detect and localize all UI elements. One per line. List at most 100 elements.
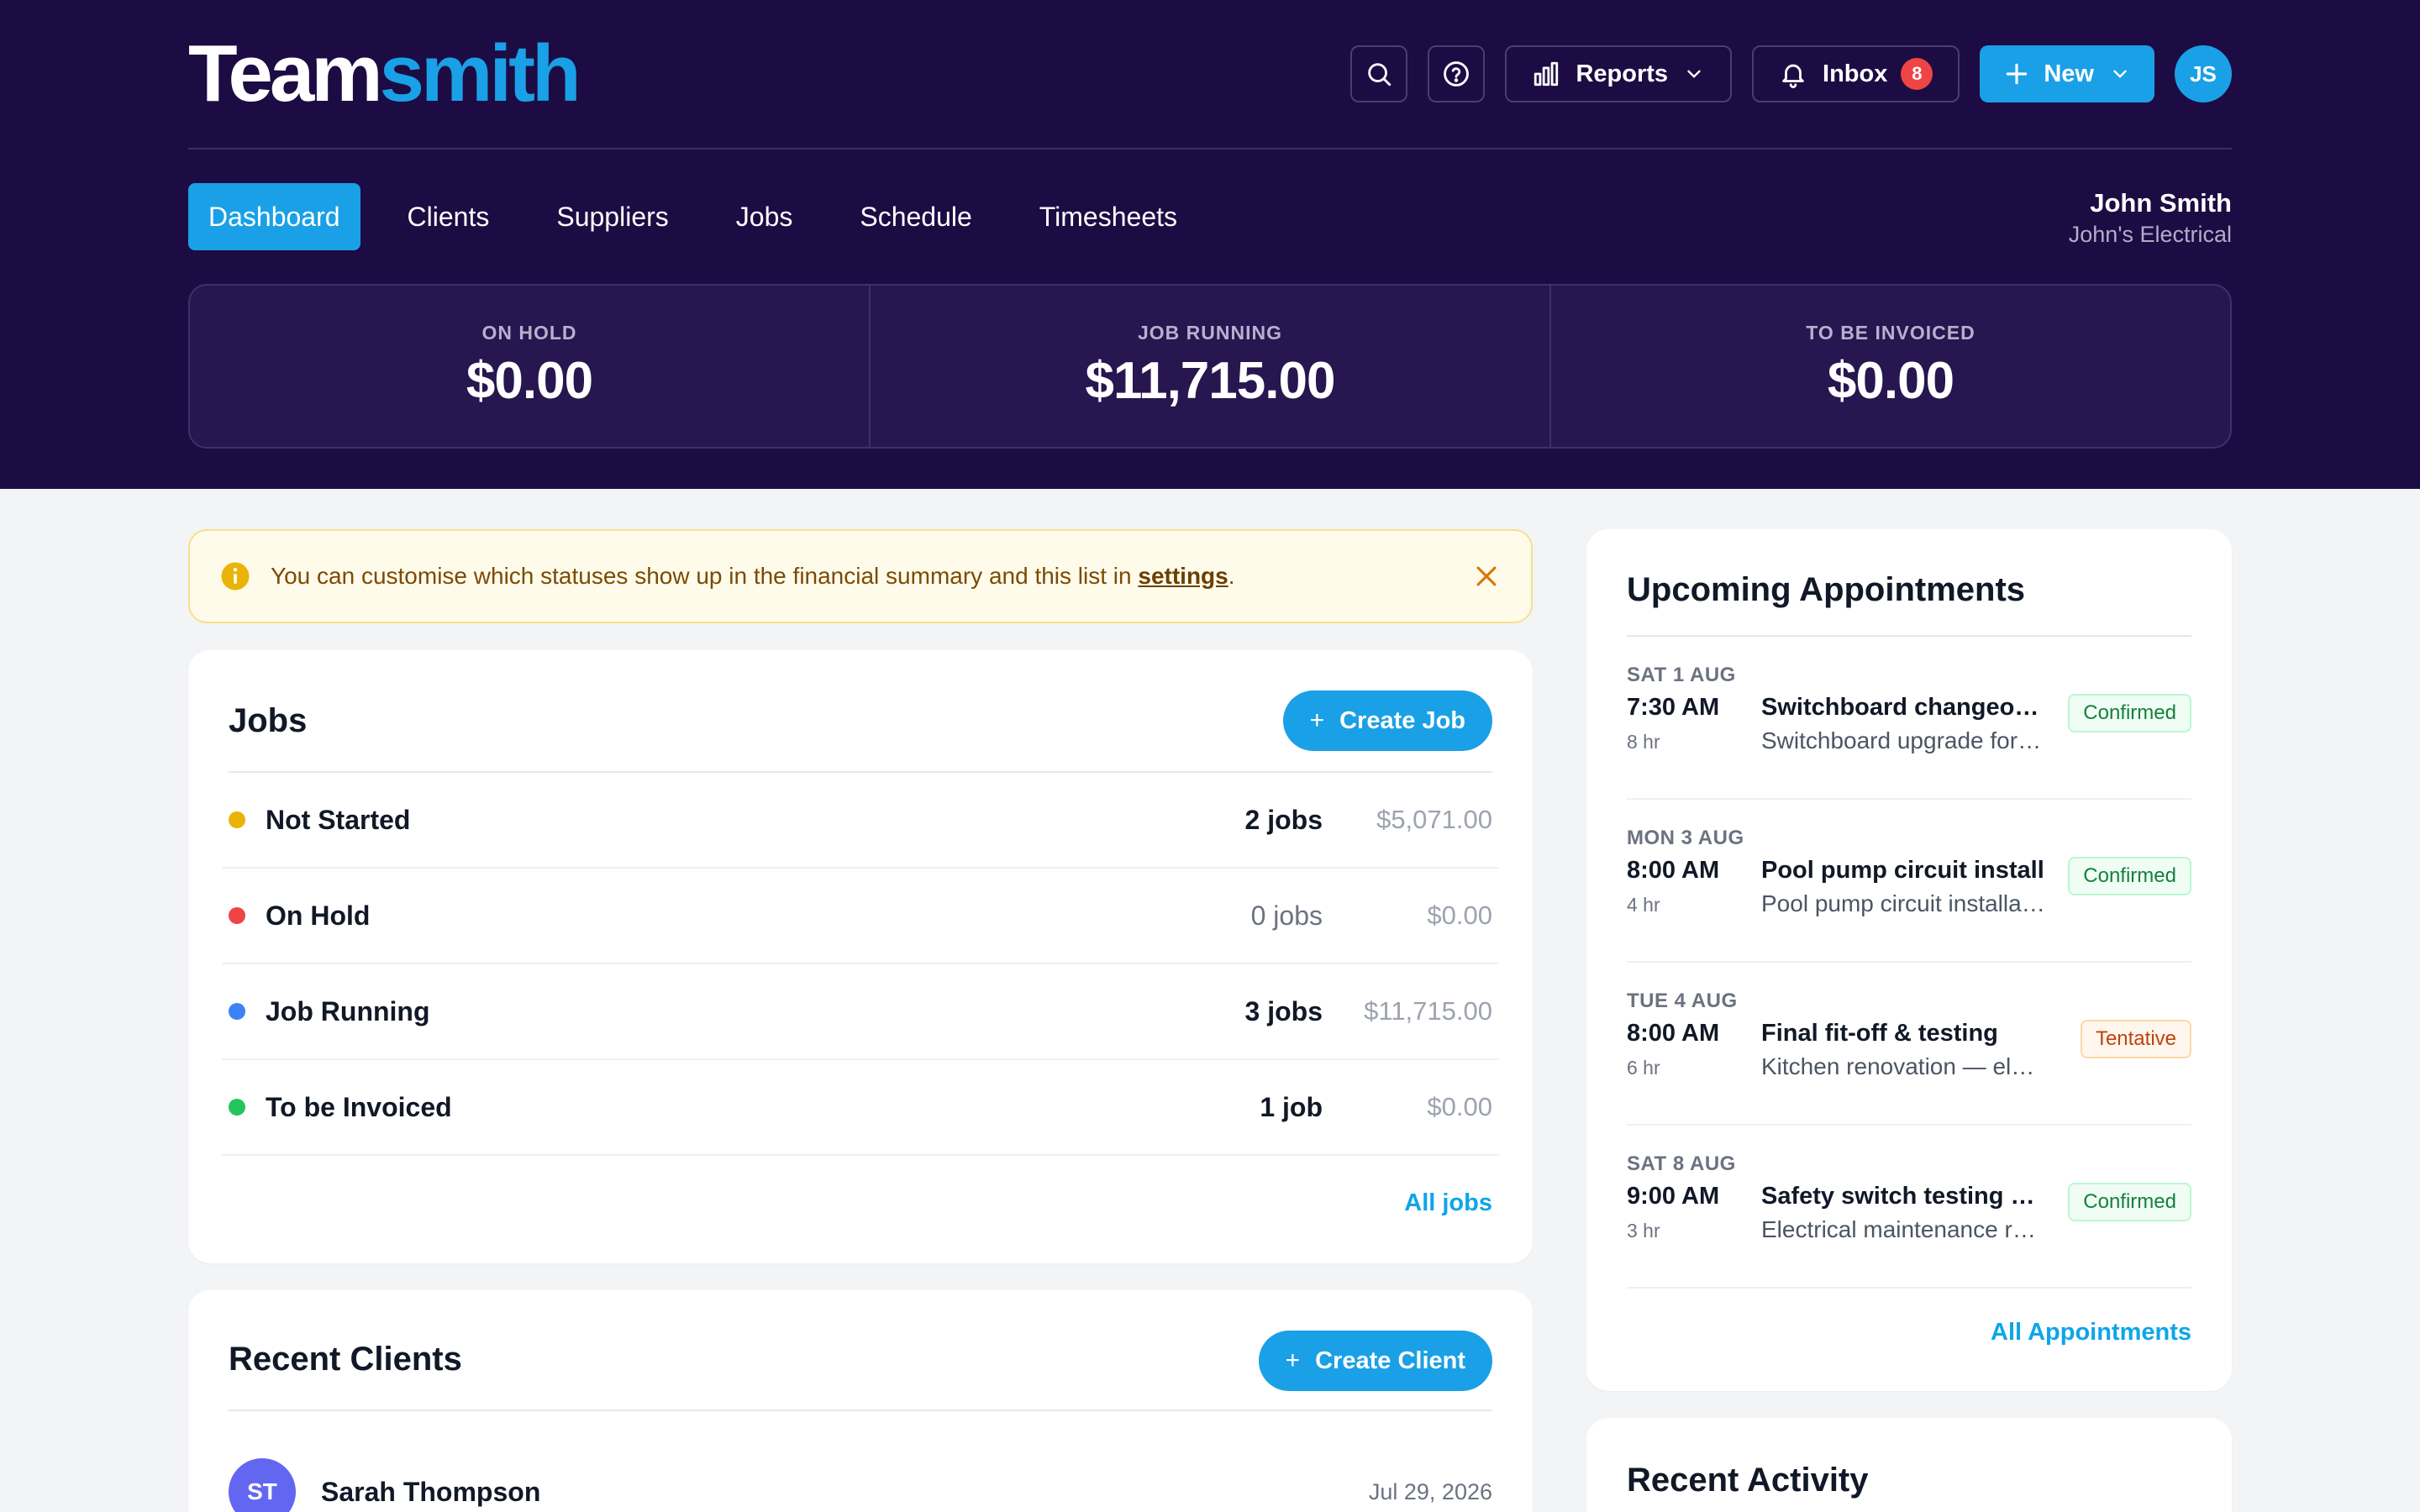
bell-icon [1782, 64, 1804, 88]
settings-link[interactable]: settings [1138, 563, 1228, 589]
appointment-date: SAT 1 AUG [1627, 664, 1736, 686]
status-dot [229, 811, 245, 828]
clients-divider [229, 1410, 1492, 1411]
appointment-time: 9:00 AM [1627, 1183, 1720, 1210]
client-row[interactable]: ST Sarah Thompson Jul 29, 2026 [229, 1458, 1492, 1512]
create-client-label: Create Client [1315, 1347, 1465, 1374]
plus-icon [2007, 63, 2028, 85]
user-info[interactable]: John Smith John's Electrical [2069, 186, 2232, 249]
bar-chart-icon [1534, 61, 1559, 87]
status-dot [229, 1099, 245, 1116]
appointment-duration: 3 hr [1627, 1220, 1660, 1242]
inbox-button[interactable]: Inbox 8 [1752, 45, 1960, 102]
job-count: 3 jobs [1244, 995, 1323, 1026]
appointment-name: Pool pump circuit install [1761, 857, 2044, 884]
main-nav: Dashboard Clients Suppliers Jobs Schedul… [188, 183, 1224, 250]
user-name: John Smith [2090, 188, 2232, 218]
nav-suppliers[interactable]: Suppliers [536, 183, 688, 250]
jobs-title: Jobs [229, 702, 308, 739]
summary-value: $0.00 [1827, 352, 1954, 410]
recent-activity-card: Recent Activity [1586, 1418, 2232, 1512]
client-avatar: ST [229, 1458, 296, 1512]
status-badge: Confirmed [2068, 694, 2191, 732]
job-amount: $5,071.00 [1376, 805, 1492, 834]
client-name: Sarah Thompson [321, 1476, 541, 1507]
summary-label: TO BE INVOICED [1806, 322, 1975, 344]
user-avatar[interactable]: JS [2175, 45, 2232, 102]
appointment-item[interactable]: SAT 1 AUG 7:30 AM 8 hr Switchboard chang… [1627, 637, 2191, 800]
status-dot [229, 907, 245, 924]
job-status-name: Job Running [266, 995, 430, 1026]
chevron-down-icon [1687, 70, 1701, 78]
appointment-duration: 4 hr [1627, 894, 1660, 916]
nav-timesheets[interactable]: Timesheets [1019, 183, 1197, 250]
close-icon[interactable] [1472, 562, 1501, 591]
status-dot [229, 1003, 245, 1020]
jobs-card: Jobs + Create Job Not Started 2 jobs $5,… [188, 650, 1533, 1263]
job-status-name: On Hold [266, 900, 371, 931]
job-status-row[interactable]: On Hold 0 jobs $0.00 [222, 869, 1499, 964]
brand-part-1: Team [188, 29, 383, 118]
appointment-time: 8:00 AM [1627, 1020, 1720, 1047]
job-status-row[interactable]: Not Started 2 jobs $5,071.00 [222, 773, 1499, 869]
all-jobs-link[interactable]: All jobs [1404, 1189, 1492, 1217]
appointment-date: MON 3 AUG [1627, 827, 1744, 849]
new-dropdown-button[interactable]: New [1980, 45, 2154, 102]
top-header: Team smith Reports Inbox 8 New JS Dashboa… [0, 0, 2420, 489]
plus-icon: + [1285, 1347, 1301, 1374]
status-badge: Tentative [2080, 1020, 2191, 1058]
nav-dashboard[interactable]: Dashboard [188, 183, 360, 250]
notice-text: You can customise which statuses show up… [271, 563, 1472, 590]
inbox-count-badge: 8 [1901, 58, 1933, 90]
appointment-item[interactable]: TUE 4 AUG 8:00 AM 6 hr Final fit-off & t… [1627, 963, 2191, 1126]
job-status-row[interactable]: To be Invoiced 1 job $0.00 [222, 1060, 1499, 1156]
job-amount: $0.00 [1427, 900, 1492, 930]
reports-dropdown[interactable]: Reports [1505, 45, 1733, 102]
job-amount: $11,715.00 [1364, 996, 1492, 1026]
inbox-label: Inbox [1823, 60, 1888, 87]
appointments-title: Upcoming Appointments [1627, 571, 2026, 608]
status-badge: Confirmed [2068, 1183, 2191, 1221]
job-count: 1 job [1260, 1091, 1323, 1122]
status-badge: Confirmed [2068, 857, 2191, 895]
appointment-description: Switchboard upgrade for residence [1761, 727, 2047, 753]
appointment-description: Kitchen renovation — electrical [1761, 1053, 2047, 1079]
appointment-date: SAT 8 AUG [1627, 1152, 1736, 1175]
nav-clients[interactable]: Clients [387, 183, 510, 250]
reports-label: Reports [1576, 60, 1669, 87]
summary-job-running: JOB RUNNING $11,715.00 [869, 286, 1549, 447]
job-status-list: Not Started 2 jobs $5,071.00 On Hold 0 j… [222, 773, 1499, 1156]
client-date: Jul 29, 2026 [1368, 1478, 1492, 1504]
appointment-time: 8:00 AM [1627, 857, 1720, 884]
header-divider [188, 148, 2232, 150]
recent-activity-title: Recent Activity [1627, 1462, 1869, 1499]
create-job-button[interactable]: + Create Job [1282, 690, 1492, 751]
nav-schedule[interactable]: Schedule [839, 183, 992, 250]
search-button[interactable] [1350, 45, 1408, 102]
search-icon [1368, 63, 1392, 87]
help-icon [1444, 61, 1470, 87]
appointment-date: TUE 4 AUG [1627, 990, 1738, 1012]
all-appointments-link[interactable]: All Appointments [1991, 1319, 2191, 1347]
appointment-name: Safety switch testing and tagging [1761, 1183, 2047, 1210]
create-client-button[interactable]: + Create Client [1258, 1331, 1492, 1391]
appointment-name: Final fit-off & testing [1761, 1020, 1998, 1047]
appointment-description: Pool pump circuit installation [1761, 890, 2047, 916]
appointment-item[interactable]: MON 3 AUG 8:00 AM 4 hr Pool pump circuit… [1627, 800, 2191, 963]
help-button[interactable] [1428, 45, 1486, 102]
recent-clients-card: Recent Clients + Create Client ST Sarah … [188, 1290, 1533, 1512]
summary-to-be-invoiced: TO BE INVOICED $0.00 [1549, 286, 2230, 447]
appointment-item[interactable]: SAT 8 AUG 9:00 AM 3 hr Safety switch tes… [1627, 1126, 2191, 1289]
notice-end: . [1228, 563, 1235, 589]
job-status-row[interactable]: Job Running 3 jobs $11,715.00 [222, 964, 1499, 1060]
brand-logo[interactable]: Team smith [188, 29, 581, 118]
appointment-time: 7:30 AM [1627, 694, 1720, 721]
summary-label: JOB RUNNING [1137, 322, 1282, 344]
plus-icon: + [1309, 706, 1325, 734]
summary-label: ON HOLD [481, 322, 577, 344]
nav-jobs[interactable]: Jobs [716, 183, 813, 250]
summary-value: $11,715.00 [1085, 352, 1336, 410]
new-label: New [2044, 60, 2094, 87]
settings-notice: You can customise which statuses show up… [188, 529, 1533, 623]
notice-message: You can customise which statuses show up… [271, 563, 1139, 589]
